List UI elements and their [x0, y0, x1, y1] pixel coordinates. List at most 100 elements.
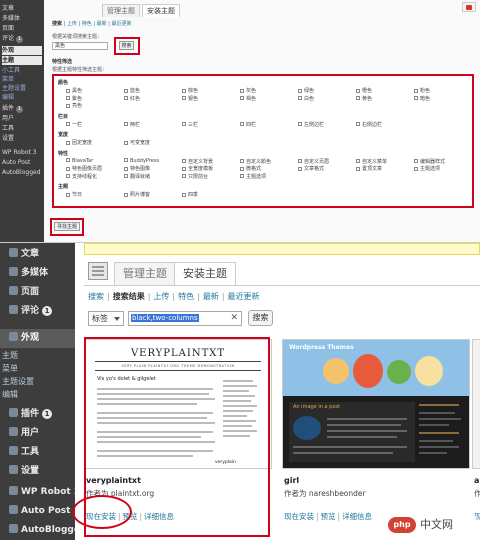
checkbox-icon[interactable] — [298, 96, 302, 100]
sidebar-item[interactable]: 文章 — [0, 245, 75, 264]
tab-install-themes[interactable]: 安装主题 — [142, 4, 180, 17]
sidebar-item[interactable]: 插件 1 — [0, 405, 75, 424]
checkbox-icon[interactable] — [124, 140, 128, 145]
author-name[interactable]: nareshbeonder — [309, 489, 366, 498]
filter-checkbox[interactable]: 银色 — [182, 95, 198, 102]
checkbox-icon[interactable] — [124, 192, 128, 197]
tab-manage-themes[interactable]: 管理主题 — [114, 262, 176, 286]
checkbox-icon[interactable] — [356, 166, 360, 171]
search-input[interactable]: 黑色 — [52, 42, 108, 50]
checkbox-icon[interactable] — [356, 96, 360, 100]
filter-checkbox[interactable]: 绿色 — [298, 87, 314, 94]
sidebar-item-comments[interactable]: 评论 1 — [2, 34, 42, 43]
checkbox-icon[interactable] — [182, 122, 186, 126]
checkbox-icon[interactable] — [66, 192, 70, 197]
search-type-select[interactable]: 标签 — [88, 311, 124, 326]
checkbox-icon[interactable] — [356, 122, 360, 126]
filter-checkbox[interactable]: 只限前台 — [182, 173, 208, 180]
filter-checkbox[interactable]: 节日 — [66, 191, 82, 198]
sidebar-item[interactable]: 菜单 — [0, 362, 75, 375]
theme-screenshot[interactable] — [472, 339, 480, 469]
checkbox-icon[interactable] — [240, 174, 244, 178]
sidebar-item[interactable]: 设置 — [0, 462, 75, 481]
checkbox-icon[interactable] — [66, 140, 70, 145]
link-search-results[interactable]: 搜索结果 — [113, 292, 145, 301]
filter-checkbox[interactable]: 右侧边栏 — [356, 121, 382, 128]
checkbox-icon[interactable] — [66, 174, 70, 178]
clear-icon[interactable]: ✕ — [230, 312, 238, 325]
sidebar-item-themes[interactable]: 主题 — [2, 56, 42, 65]
sidebar-item[interactable]: AutoBlogged — [0, 521, 75, 540]
checkbox-icon[interactable] — [182, 96, 186, 100]
checkbox-icon[interactable] — [298, 159, 302, 163]
checkbox-icon[interactable] — [240, 88, 244, 93]
filter-checkbox[interactable]: 一栏 — [66, 121, 82, 128]
checkbox-icon[interactable] — [66, 103, 70, 108]
filter-checkbox[interactable]: 文章格式 — [298, 165, 324, 172]
checkbox-icon[interactable] — [66, 158, 70, 162]
sidebar-item[interactable]: 用户 — [0, 424, 75, 443]
filter-checkbox[interactable]: 翻译就绪 — [124, 173, 150, 180]
link-recently-updated[interactable]: 最近更新 — [112, 21, 132, 27]
filter-checkbox[interactable]: 黄色 — [356, 95, 372, 102]
link-newest[interactable]: 最新 — [97, 21, 107, 27]
sidebar-item[interactable]: Auto Post — [0, 502, 75, 521]
checkbox-icon[interactable] — [66, 88, 70, 93]
sidebar-item-posts[interactable]: 文章 — [2, 4, 42, 13]
filter-checkbox[interactable]: BuddyPress — [124, 158, 159, 164]
checkbox-icon[interactable] — [240, 166, 244, 171]
filter-checkbox[interactable]: 四季 — [182, 191, 198, 198]
sidebar-item-pages[interactable]: 页面 — [2, 24, 42, 33]
sidebar-item-users[interactable]: 用户 — [2, 114, 42, 123]
sidebar-item[interactable]: 主题设置 — [0, 375, 75, 388]
filter-checkbox[interactable]: 自定义背景 — [182, 158, 213, 165]
link-recently-updated[interactable]: 最近更新 — [228, 292, 260, 301]
filter-checkbox[interactable]: 特色图像页眉 — [66, 165, 102, 172]
filter-checkbox[interactable]: 粉色 — [414, 87, 430, 94]
tab-install-themes[interactable]: 安装主题 — [174, 262, 236, 286]
sidebar-item-media[interactable]: 多媒体 — [2, 14, 42, 23]
filter-checkbox[interactable]: 自定义菜单 — [356, 158, 387, 165]
sidebar-item[interactable]: 页面 — [0, 283, 75, 302]
sidebar-item[interactable]: 评论 1 — [0, 302, 75, 321]
checkbox-icon[interactable] — [414, 166, 418, 171]
sidebar-item-menus[interactable]: 菜单 — [2, 75, 42, 84]
link-featured[interactable]: 特色 — [82, 21, 92, 27]
checkbox-icon[interactable] — [182, 174, 186, 178]
filter-checkbox[interactable]: 主题选项 — [414, 165, 440, 172]
filter-checkbox[interactable]: 黑色 — [66, 87, 82, 94]
filter-checkbox[interactable]: 主题选项 — [240, 173, 266, 180]
checkbox-icon[interactable] — [414, 88, 418, 93]
preview-link[interactable]: 预览 — [321, 512, 336, 521]
checkbox-icon[interactable] — [414, 159, 418, 163]
checkbox-icon[interactable] — [66, 122, 70, 126]
filter-checkbox[interactable]: 左侧边栏 — [298, 121, 324, 128]
filter-checkbox[interactable]: 支持线程化 — [66, 173, 97, 180]
checkbox-icon[interactable] — [124, 166, 128, 171]
checkbox-icon[interactable] — [240, 159, 244, 163]
filter-checkbox[interactable]: 编辑器样式 — [414, 158, 445, 165]
search-button[interactable]: 搜索 — [119, 41, 134, 50]
checkbox-icon[interactable] — [356, 159, 360, 163]
filter-checkbox[interactable]: 紫色 — [66, 95, 82, 102]
checkbox-icon[interactable] — [298, 88, 302, 93]
filter-checkbox[interactable]: 白色 — [298, 95, 314, 102]
checkbox-icon[interactable] — [356, 88, 360, 93]
link-search[interactable]: 搜索 — [88, 292, 104, 301]
checkbox-icon[interactable] — [240, 96, 244, 100]
checkbox-icon[interactable] — [66, 166, 70, 171]
checkbox-icon[interactable] — [240, 122, 244, 126]
tab-manage-themes[interactable]: 管理主题 — [102, 4, 140, 17]
sidebar-item-auto-post[interactable]: Auto Post — [2, 158, 42, 167]
theme-screenshot[interactable]: Wordpress Themes An image in a post — [282, 339, 470, 469]
checkbox-icon[interactable] — [124, 96, 128, 100]
filter-checkbox[interactable]: 三栏 — [182, 121, 198, 128]
checkbox-icon[interactable] — [66, 96, 70, 100]
link-featured[interactable]: 特色 — [178, 292, 194, 301]
filter-checkbox[interactable]: 蓝色 — [124, 87, 140, 94]
checkbox-icon[interactable] — [124, 158, 128, 162]
filter-checkbox[interactable]: 置顶文章 — [356, 165, 382, 172]
checkbox-icon[interactable] — [182, 159, 186, 163]
filter-checkbox[interactable]: 暗色 — [414, 95, 430, 102]
filter-checkbox[interactable]: 自定义页眉 — [298, 158, 329, 165]
